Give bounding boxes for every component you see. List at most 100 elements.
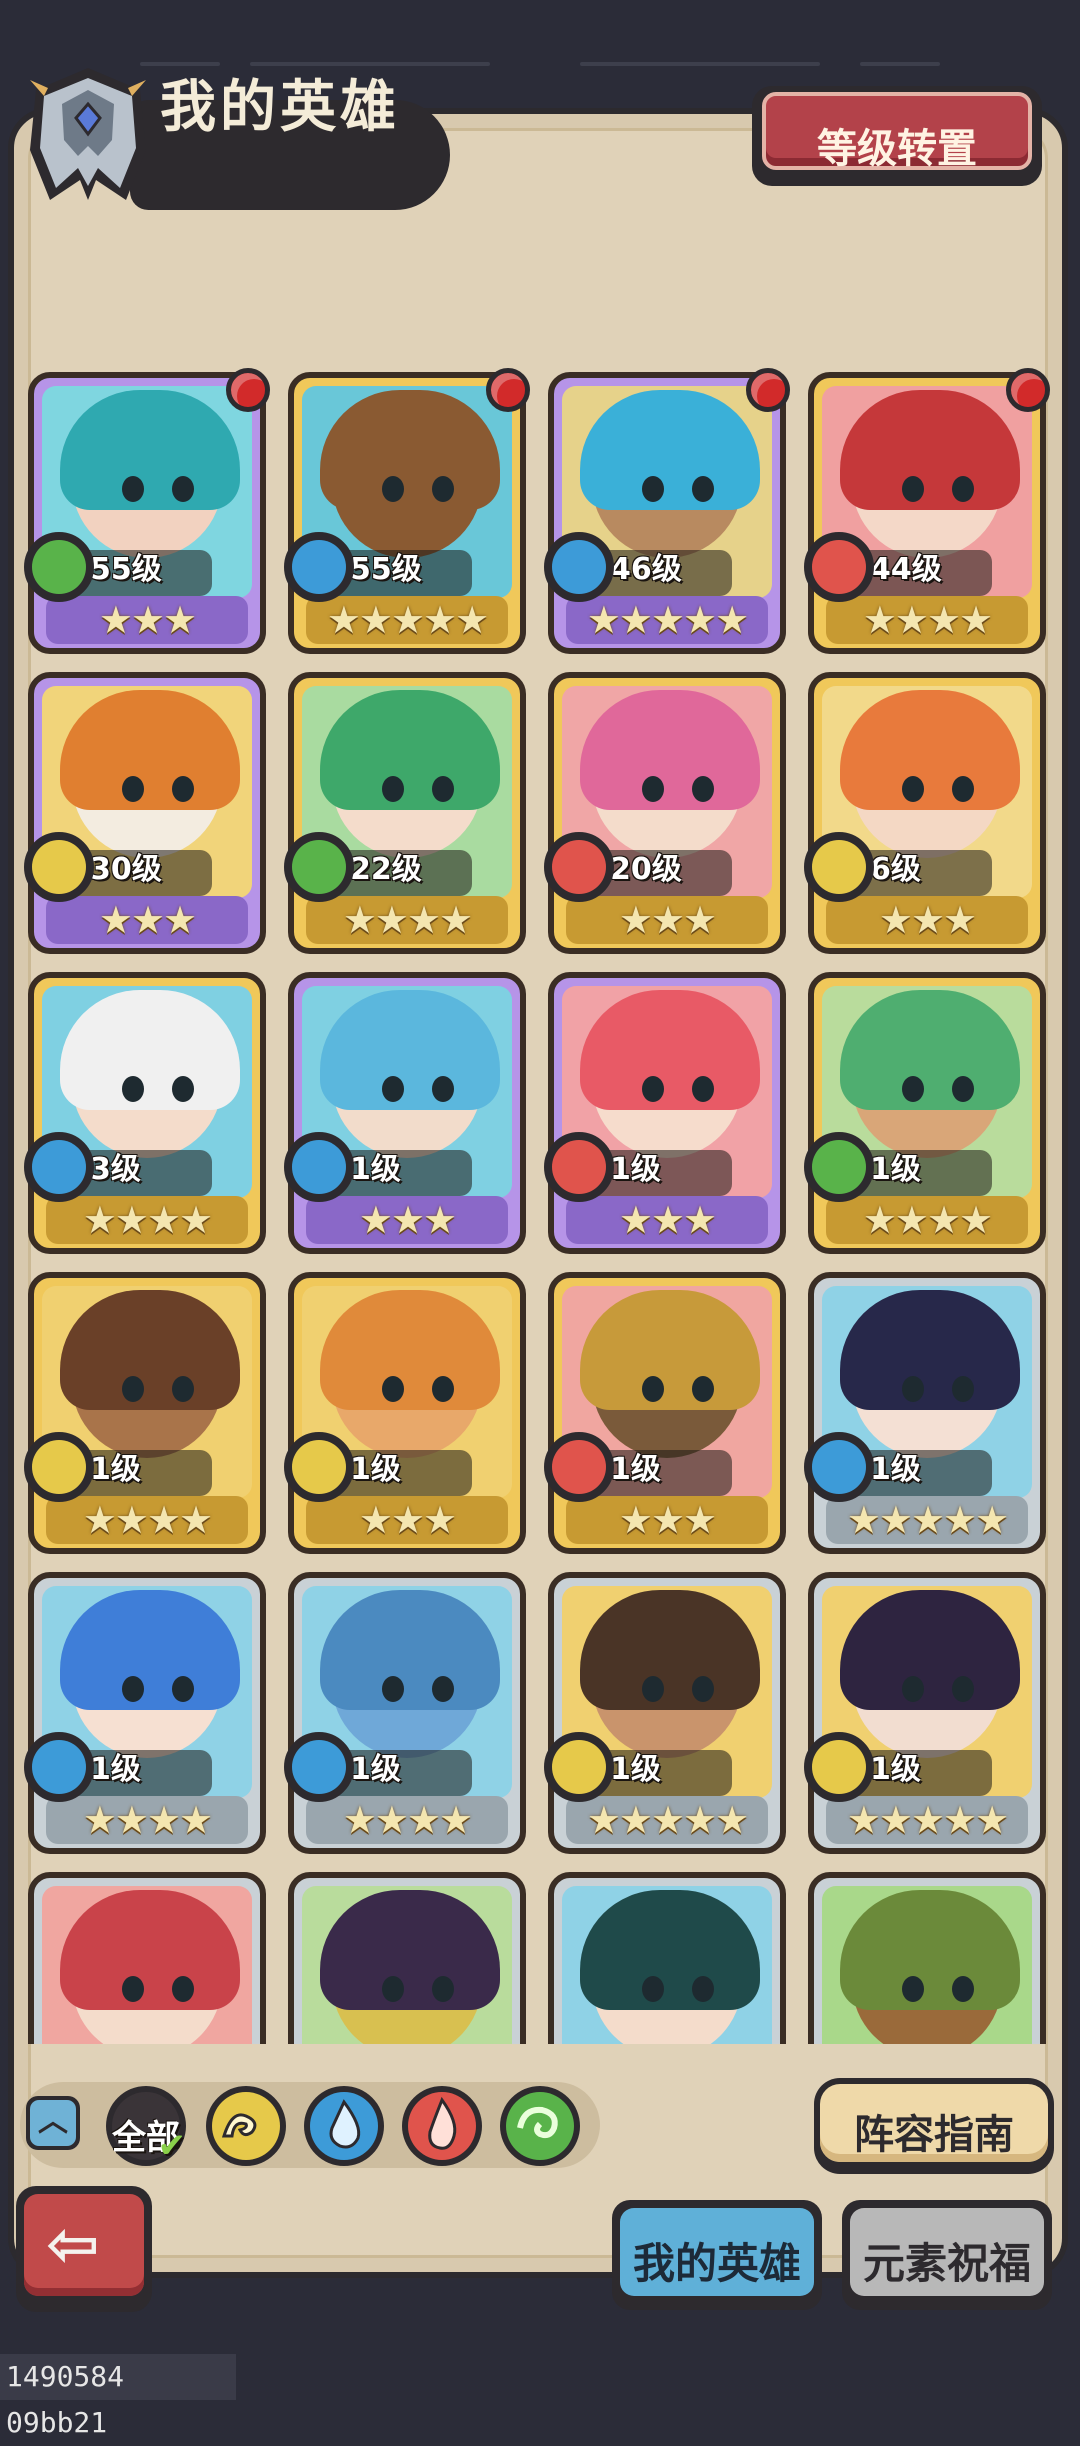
hero-level: 1级 xyxy=(870,1452,921,1487)
wind-icon xyxy=(24,532,94,602)
hero-card[interactable]: ★★★ 1级 xyxy=(284,1272,526,1554)
level-transfer-label: 等级转置 xyxy=(817,126,977,172)
filter-all-button[interactable]: 全部 ✔ xyxy=(106,2086,186,2166)
hero-level: 46级 xyxy=(610,552,682,587)
wind-icon xyxy=(804,1132,874,1202)
chevron-up-icon: ︿ xyxy=(30,2100,76,2146)
hero-stars: ★★★★ xyxy=(862,598,993,642)
fire-icon xyxy=(544,1132,614,1202)
wind-icon xyxy=(517,2106,558,2139)
hero-card[interactable]: ★★★★ 1级 xyxy=(24,1572,266,1854)
wind-icon xyxy=(284,832,354,902)
hero-stars: ★★★ xyxy=(98,598,197,642)
hero-stars: ★★★ xyxy=(358,1198,457,1242)
hero-card[interactable]: ★★★★ 44级 xyxy=(804,368,1050,654)
hero-level: 1级 xyxy=(610,1152,661,1187)
hero-card[interactable]: ★★★★ 1级 xyxy=(804,972,1046,1254)
hero-stars: ★★★★ xyxy=(342,1798,473,1842)
hero-level: 1级 xyxy=(350,1152,401,1187)
water-icon xyxy=(24,1132,94,1202)
hero-card[interactable]: ★★★★★ 1级 xyxy=(804,1272,1046,1554)
hero-stars: ★★★★★ xyxy=(846,1498,1009,1542)
hero-card[interactable]: ★★★★★ 1级 xyxy=(804,1572,1046,1854)
back-arrow-icon: ⇦ xyxy=(46,2208,100,2282)
hero-card[interactable]: ★★★★ 3级 xyxy=(24,972,266,1254)
checkmark-icon: ✔ xyxy=(157,2126,187,2166)
hero-level: 1级 xyxy=(350,1752,401,1787)
hero-stars: ★★★★★ xyxy=(326,598,489,642)
hero-card[interactable]: ★★★★★ 46级 xyxy=(544,368,790,654)
tab-element-blessing[interactable]: 元素祝福 xyxy=(842,2200,1052,2310)
hero-card[interactable]: ★★★★ 1级 xyxy=(284,1572,526,1854)
hero-level: 6级 xyxy=(870,852,921,887)
water-icon xyxy=(284,532,354,602)
hero-level: 1级 xyxy=(870,1752,921,1787)
lineup-guide-button[interactable]: 阵容指南 xyxy=(814,2078,1054,2174)
filter-earth-button[interactable] xyxy=(206,2086,286,2166)
notification-dot xyxy=(746,368,790,412)
fire-icon xyxy=(544,832,614,902)
hero-level: 55级 xyxy=(350,552,422,587)
hero-stars: ★★★★ xyxy=(82,1198,213,1242)
hero-card[interactable]: ★★★★ 1级 xyxy=(24,1272,266,1554)
hero-grid: ★★★ 55级 ★★★★★ 55级 ★★★★★ 46级 ★★★★ 44级 ★★★ 30级 ★★★★ 2… xyxy=(20,360,1060,2044)
filter-wind-button[interactable] xyxy=(500,2086,580,2166)
filter-fire-button[interactable] xyxy=(402,2086,482,2166)
hero-level: 1级 xyxy=(610,1452,661,1487)
filter-water-button[interactable] xyxy=(304,2086,384,2166)
hero-level: 20级 xyxy=(610,852,682,887)
hero-card[interactable] xyxy=(28,1872,266,2044)
hero-stars: ★★★★ xyxy=(862,1198,993,1242)
lineup-guide-label: 阵容指南 xyxy=(854,2112,1014,2158)
helmet-icon xyxy=(30,68,146,200)
hero-card[interactable] xyxy=(808,1872,1046,2044)
hero-card[interactable]: ★★★ 55级 xyxy=(24,368,270,654)
hero-stars: ★★★★★ xyxy=(586,598,749,642)
hero-stars: ★★★ xyxy=(618,898,717,942)
earth-icon xyxy=(804,832,874,902)
hero-stars: ★★★ xyxy=(618,1498,717,1542)
hero-card[interactable]: ★★★ 30级 xyxy=(24,672,266,954)
earth-icon xyxy=(804,1732,874,1802)
tab-my-heroes-label: 我的英雄 xyxy=(632,2239,801,2288)
earth-icon xyxy=(24,1432,94,1502)
earth-icon xyxy=(544,1732,614,1802)
hero-level: 44级 xyxy=(870,552,942,587)
hero-card[interactable]: ★★★★★ 55级 xyxy=(284,368,530,654)
hero-stars: ★★★ xyxy=(618,1198,717,1242)
hero-stars: ★★★ xyxy=(358,1498,457,1542)
earth-icon xyxy=(284,1432,354,1502)
hero-card[interactable]: ★★★ 6级 xyxy=(804,672,1046,954)
hero-card[interactable]: ★★★ 1级 xyxy=(284,972,526,1254)
hero-level: 1级 xyxy=(350,1452,401,1487)
water-icon xyxy=(804,1432,874,1502)
collapse-button[interactable]: ︿ xyxy=(26,2096,80,2150)
hero-card[interactable]: ★★★ 20级 xyxy=(544,672,786,954)
fire-icon xyxy=(428,2096,457,2150)
build-id: 1490584 09bb21 xyxy=(0,2354,236,2439)
hero-card[interactable] xyxy=(288,1872,526,2044)
hero-card[interactable]: ★★★ 1级 xyxy=(544,972,786,1254)
earth-icon xyxy=(221,2113,257,2138)
water-icon xyxy=(24,1732,94,1802)
page-title: 我的英雄 xyxy=(160,75,400,140)
tab-my-heroes[interactable]: 我的英雄 xyxy=(612,2200,822,2310)
hero-card[interactable]: ★★★ 1级 xyxy=(544,1272,786,1554)
back-button[interactable]: ⇦ xyxy=(16,2186,152,2312)
hero-stars: ★★★★★ xyxy=(586,1798,749,1842)
notification-dot xyxy=(226,368,270,412)
hero-stars: ★★★★ xyxy=(82,1798,213,1842)
level-transfer-button[interactable]: 等级转置 xyxy=(752,86,1042,186)
hero-level: 1级 xyxy=(90,1452,141,1487)
fire-icon xyxy=(804,532,874,602)
water-icon xyxy=(284,1732,354,1802)
hero-portrait xyxy=(302,1886,512,2044)
hero-stars: ★★★★ xyxy=(342,898,473,942)
hero-card[interactable] xyxy=(548,1872,786,2044)
hero-stars: ★★★★★ xyxy=(846,1798,1009,1842)
hero-card[interactable]: ★★★★ 22级 xyxy=(284,672,526,954)
water-icon xyxy=(544,532,614,602)
fire-icon xyxy=(544,1432,614,1502)
hero-card[interactable]: ★★★★★ 1级 xyxy=(544,1572,786,1854)
hero-level: 55级 xyxy=(90,552,162,587)
